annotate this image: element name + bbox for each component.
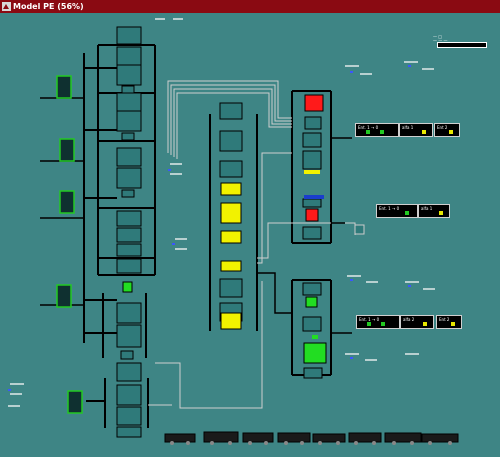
top-status-bar (437, 42, 487, 48)
legend-label: alfa 1 (421, 206, 433, 211)
legend-swatch (405, 211, 409, 215)
legend-label: Ent. 1 → 0 (379, 206, 400, 211)
legend-label: alfa 2 (403, 317, 415, 322)
model-diagram (8, 18, 459, 445)
legend-box[interactable]: Ent. 1 → 0 (356, 315, 400, 329)
legend-swatch (423, 322, 427, 326)
legend-swatch (366, 130, 370, 134)
legend-swatch (380, 130, 384, 134)
legend-swatch (451, 322, 455, 326)
top-status-widget: — □ — — — (433, 34, 493, 48)
window-title: Model PE (56%) (13, 2, 84, 11)
app-icon (2, 2, 11, 11)
legend-box[interactable]: alfa 1 (418, 204, 450, 218)
legend-box[interactable]: Ent. 1 → 0 (355, 123, 399, 137)
window-titlebar: Model PE (56%) (0, 0, 500, 13)
legend-label: alfa 1 (402, 125, 414, 130)
legend-box[interactable]: Ent 2 (436, 315, 462, 329)
legend-label: Ent 2 (437, 125, 448, 130)
legend-label: Ent 2 (439, 317, 450, 322)
legend-swatch (449, 130, 453, 134)
model-canvas[interactable]: Ent. 1 → 0 alfa 1 Ent 2 Ent. 1 → 0 alfa … (0, 13, 500, 453)
legend-box[interactable]: Ent 2 (434, 123, 460, 137)
legend-swatch (367, 322, 371, 326)
legend-box[interactable]: alfa 2 (400, 315, 434, 329)
legend-swatch (422, 130, 426, 134)
legend-swatch (381, 322, 385, 326)
legend-box[interactable]: Ent. 1 → 0 (376, 204, 418, 218)
legend-swatch (439, 211, 443, 215)
legend-box[interactable]: alfa 1 (399, 123, 433, 137)
